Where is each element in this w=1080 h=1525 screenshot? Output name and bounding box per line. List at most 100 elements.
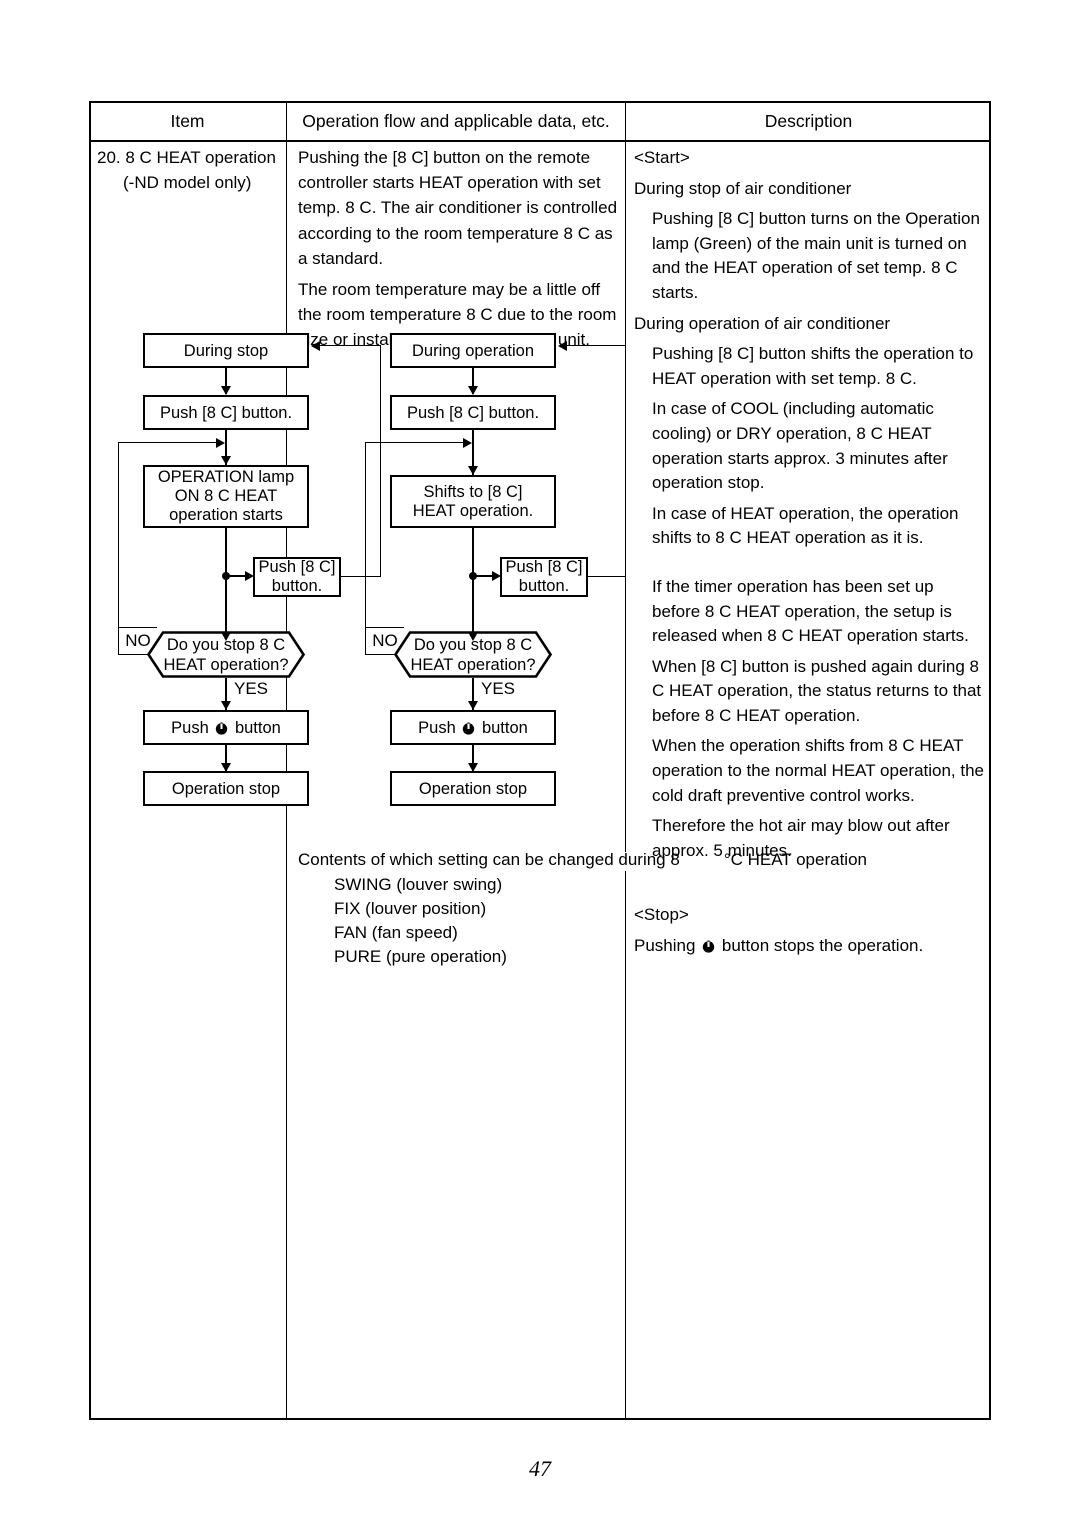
item-title-line-2: (-ND model only) <box>123 173 252 192</box>
flow-right-arrow-1 <box>468 386 478 395</box>
page-number: 47 <box>529 1456 551 1481</box>
flow-left-decision-line-2: HEAT operation? <box>163 655 289 674</box>
flow-right-decision-line-2: HEAT operation? <box>410 655 536 674</box>
flow-left-branch-arrow <box>245 571 254 581</box>
flow-right-branch-arrow <box>492 571 501 581</box>
power-icon <box>215 721 228 735</box>
flow-left-operation-stop-label: Operation stop <box>171 779 281 798</box>
changeable-settings-heading: Contents of which setting can be changed… <box>298 848 898 872</box>
flow-right-no-loop-h <box>365 442 464 444</box>
item-title-line-1: 20. 8 C HEAT operation <box>97 148 276 167</box>
flow-left-push-again-lines: Push [8 C] button. <box>255 558 339 596</box>
flow-left-arrow-1 <box>221 386 231 395</box>
flow-left-yes-label: YES <box>234 679 269 698</box>
flow-right-junction-dot <box>469 572 477 580</box>
flow-right-push-again-lines: Push [8 C] button. <box>502 558 586 596</box>
flow-right-box-operation-stop: Operation stop <box>390 771 556 806</box>
flow-left-push-button-label: Push [8 C] button. <box>159 403 293 422</box>
flow-right-shifts-line-2: HEAT operation. <box>412 501 534 520</box>
flow-left-return-h-bottom <box>341 576 381 578</box>
flow-right-box-push-again: Push [8 C] button. <box>500 557 588 597</box>
flow-right-operation-stop-label: Operation stop <box>418 779 528 798</box>
flow-right-return-arrow <box>558 341 567 351</box>
flow-left-push-power-suffix: button <box>230 718 281 737</box>
item-cell: 20. 8 C HEAT operation (-ND model only) <box>95 145 285 195</box>
flow-left-box-operation-lamp: OPERATION lamp ON 8 C HEAT operation sta… <box>143 465 309 528</box>
flow-left-push-again-line-2: button. <box>271 577 323 595</box>
list-item: SWING (louver swing) <box>334 875 503 894</box>
description-note-2: When [8 C] button is pushed again during… <box>652 656 982 725</box>
flow-left-no-loop-h <box>118 442 217 444</box>
flow-left-arrow-2 <box>221 456 231 465</box>
flow-left-yes-arrow <box>221 701 231 710</box>
column-header-description: Description <box>764 111 853 131</box>
flow-right-arrow-4 <box>468 763 478 772</box>
flow-left-lamp-line-3: operation starts <box>169 506 283 524</box>
flow-right-box-push-button: Push [8 C] button. <box>390 395 556 430</box>
flow-right-no-loop-arrow <box>463 438 472 448</box>
flow-left-during-stop-label: During stop <box>183 341 269 360</box>
description-operation-body-2: In case of COOL (including automatic coo… <box>652 399 948 493</box>
flow-left-push-power-prefix: Push <box>171 718 214 737</box>
description-note-3: When the operation shifts from 8 C HEAT … <box>652 736 985 805</box>
flow-left-operation-lamp-lines: OPERATION lamp ON 8 C HEAT operation sta… <box>145 468 307 525</box>
list-item: FIX (louver position) <box>334 899 487 918</box>
flow-left-no-loop-arrow <box>216 438 225 448</box>
flow-left-arrow-4 <box>221 763 231 772</box>
column-header-operation-flow: Operation flow and applicable data, etc. <box>302 111 610 131</box>
flow-right-return-h-top <box>567 345 625 347</box>
flow-left-lamp-line-2: ON 8 C HEAT <box>174 487 278 505</box>
flow-right-no-loop-v <box>365 442 367 642</box>
list-item: FAN (fan speed) <box>334 923 458 942</box>
flow-right-push-again-line-1: Push [8 C] <box>505 558 583 576</box>
flow-left-box-during-stop: During stop <box>143 333 309 368</box>
flow-left-junction-dot <box>222 572 230 580</box>
description-start-heading: <Start> <box>634 148 690 167</box>
flow-right-shifts-line-1: Shifts to [8 C] <box>423 482 523 501</box>
flow-right-return-v <box>625 345 627 577</box>
flow-right-push-button-label: Push [8 C] button. <box>406 403 540 422</box>
description-cell: <Start> During stop of air conditioner P… <box>634 146 986 959</box>
operation-flowchart: During stop Push [8 C] button. OPERATION… <box>89 310 629 830</box>
flow-right-push-power-suffix: button <box>477 718 528 737</box>
column-header-item: Item <box>170 111 205 131</box>
description-stop-state-body: Pushing [8 C] button turns on the Operat… <box>652 209 980 302</box>
flow-right-conn-3 <box>472 528 474 642</box>
flow-left-no-loop-v <box>118 442 120 642</box>
changeable-settings-list: SWING (louver swing) FIX (louver positio… <box>298 873 898 969</box>
flow-right-return-h-bottom <box>588 576 626 578</box>
flow-right-yes-label: YES <box>481 679 516 698</box>
flow-right-push-power-label: Push button <box>392 718 554 738</box>
description-operation-body-3: In case of HEAT operation, the operation… <box>652 503 959 548</box>
flow-right-box-shifts-to-heat: Shifts to [8 C] HEAT operation. <box>390 475 556 528</box>
flow-right-box-during-operation: During operation <box>390 333 556 368</box>
flow-right-shifts-lines: Shifts to [8 C] HEAT operation. <box>392 483 554 521</box>
flow-right-push-power-prefix: Push <box>418 718 461 737</box>
flow-left-box-push-button: Push [8 C] button. <box>143 395 309 430</box>
flow-right-yes-arrow <box>468 701 478 710</box>
description-stop-state-heading: During stop of air conditioner <box>634 178 852 198</box>
description-note-1: If the timer operation has been set up b… <box>652 576 969 646</box>
flow-right-box-push-power: Push button <box>390 710 556 745</box>
flow-left-push-power-label: Push button <box>145 718 307 738</box>
flow-right-arrow-3 <box>468 632 478 641</box>
flow-left-box-push-again: Push [8 C] button. <box>253 557 341 597</box>
flow-left-box-operation-stop: Operation stop <box>143 771 309 806</box>
flow-right-during-operation-label: During operation <box>412 341 534 360</box>
changeable-settings-heading-part2: °C HEAT operation <box>723 850 867 869</box>
changeable-settings-heading-part1: Contents of which setting can be changed… <box>298 850 680 869</box>
flow-left-return-v <box>380 345 382 577</box>
power-icon <box>462 721 475 735</box>
list-item: PURE (pure operation) <box>334 947 507 966</box>
description-operation-state-heading: During operation of air conditioner <box>634 313 891 333</box>
description-operation-body-1: Pushing [8 C] button shifts the operatio… <box>652 344 974 388</box>
flow-left-push-again-line-1: Push [8 C] <box>258 558 336 576</box>
flow-left-arrow-3 <box>221 632 231 641</box>
header-row-divider <box>91 140 989 142</box>
flow-left-conn-3 <box>225 528 227 642</box>
flow-left-return-arrow <box>311 341 320 351</box>
flow-left-return-h-top <box>320 345 381 347</box>
changeable-settings-block: Contents of which setting can be changed… <box>298 848 898 969</box>
flow-right-push-again-line-2: button. <box>518 577 570 595</box>
